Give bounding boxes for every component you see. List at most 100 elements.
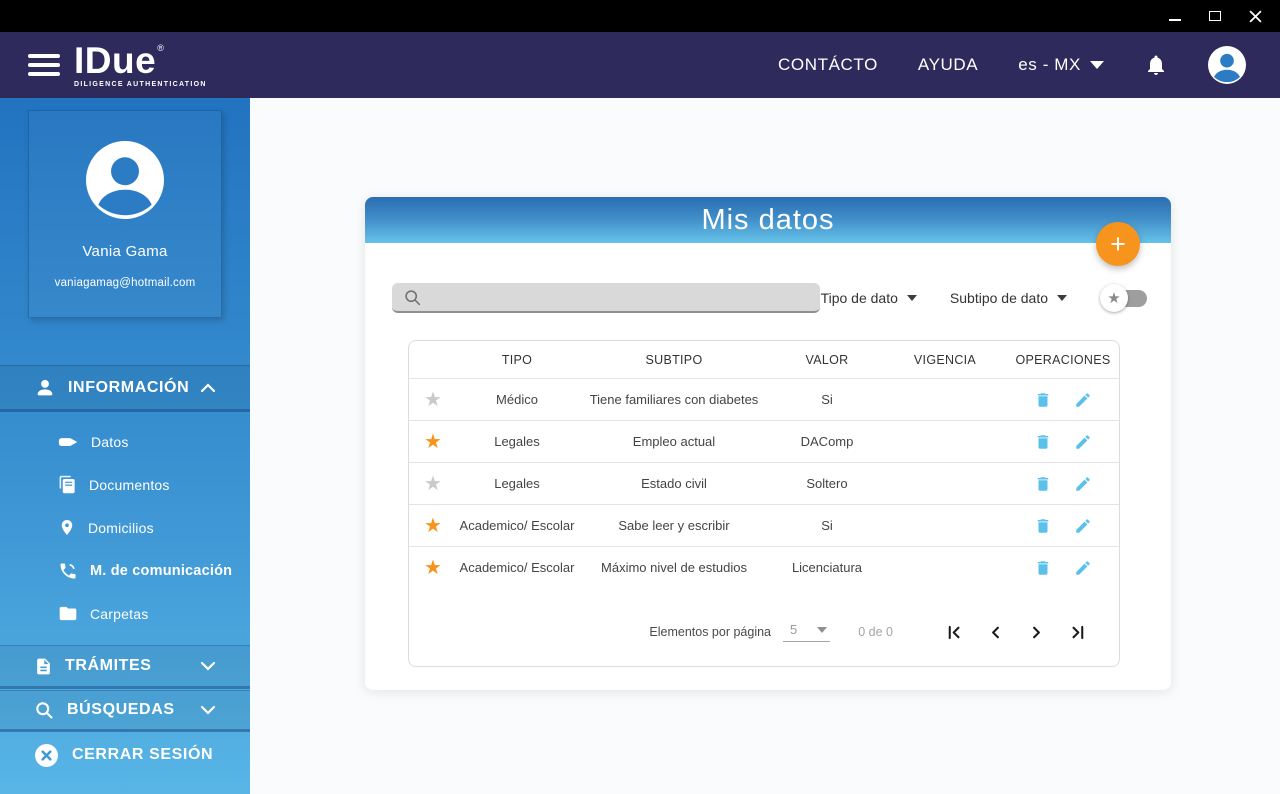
sidebar-item-datos[interactable]: Datos — [0, 420, 250, 463]
delete-button[interactable] — [1034, 433, 1052, 451]
sidebar-informacion-items: Datos Documentos Domicilios M. de comuni… — [0, 420, 250, 635]
app-header: IDue ® DILIGENCE AUTHENTICATION CONTÁCTO… — [0, 32, 1280, 98]
documents-icon — [59, 475, 75, 494]
trash-icon — [1037, 518, 1049, 533]
cell-tipo: Legales — [494, 476, 540, 491]
page-title: Mis datos — [701, 203, 835, 236]
chevron-up-icon — [200, 382, 216, 392]
delete-button[interactable] — [1034, 475, 1052, 493]
chevron-down-icon — [200, 705, 216, 715]
favorite-star-icon[interactable]: ★ — [409, 390, 457, 410]
table-row: ★ Academico/ Escolar Sabe leer y escribi… — [409, 504, 1119, 546]
chevron-down-icon — [1057, 295, 1067, 301]
favorite-star-icon[interactable]: ★ — [409, 474, 457, 494]
subtipo-de-dato-dropdown[interactable]: Subtipo de dato — [950, 290, 1067, 306]
next-page-button[interactable] — [1027, 623, 1046, 642]
cell-subtipo: Tiene familiares con diabetes — [589, 392, 759, 407]
logout-label: CERRAR SESIÓN — [72, 746, 214, 763]
locale-value: es - MX — [1018, 55, 1081, 74]
sidebar-item-label: Carpetas — [90, 605, 149, 622]
chevron-left-icon — [992, 626, 999, 638]
cell-subtipo: Máximo nivel de estudios — [601, 560, 747, 575]
cell-valor: DAComp — [800, 434, 854, 449]
star-icon: ★ — [1100, 284, 1128, 312]
app-logo: IDue ® DILIGENCE AUTHENTICATION — [74, 42, 207, 88]
cell-valor: Si — [821, 392, 833, 407]
cell-tipo: Médico — [496, 392, 538, 407]
table-header-row: TIPO SUBTIPO VALOR VIGENCIA OPERACIONES — [409, 341, 1119, 378]
brand-name: IDue — [74, 40, 157, 81]
trash-icon — [1037, 434, 1049, 449]
cell-subtipo: Sabe leer y escribir — [618, 518, 730, 533]
notifications-bell-icon[interactable] — [1144, 52, 1168, 78]
trash-icon — [1037, 560, 1049, 575]
cell-valor: Licenciatura — [791, 560, 863, 575]
sidebar-item-carpetas[interactable]: Carpetas — [0, 592, 250, 635]
table-row: ★ Academico/ Escolar Máximo nivel de est… — [409, 546, 1119, 588]
edit-button[interactable] — [1074, 433, 1092, 451]
first-page-button[interactable] — [945, 623, 964, 642]
chevron-down-icon — [906, 295, 917, 301]
edit-button[interactable] — [1074, 559, 1092, 577]
nav-contacto[interactable]: CONTÁCTO — [778, 55, 878, 75]
pencil-icon — [1076, 560, 1090, 575]
page-range: 0 de 0 — [858, 625, 893, 639]
first-page-icon — [948, 625, 960, 639]
last-page-button[interactable] — [1068, 623, 1087, 642]
menu-button[interactable] — [28, 54, 62, 76]
sidebar-section-busquedas[interactable]: BÚSQUEDAS — [0, 690, 250, 732]
favorites-filter-toggle[interactable]: ★ — [1100, 284, 1147, 312]
favorite-star-icon[interactable]: ★ — [409, 432, 457, 452]
card-header: Mis datos — [365, 197, 1171, 243]
data-table: TIPO SUBTIPO VALOR VIGENCIA OPERACIONES … — [408, 340, 1120, 667]
items-per-page-label: Elementos por página — [649, 625, 771, 639]
sidebar-item-m-de-comunicacion[interactable]: M. de comunicación — [0, 549, 250, 592]
sidebar: Vania Gama vaniagamag@hotmail.com INFORM… — [0, 98, 250, 794]
filter-label: Subtipo de dato — [949, 290, 1048, 306]
column-operaciones: OPERACIONES — [1015, 352, 1111, 367]
pencil-icon — [1076, 476, 1090, 491]
close-button[interactable] — [1248, 9, 1262, 23]
sidebar-item-documentos[interactable]: Documentos — [0, 463, 250, 506]
cell-tipo: Legales — [494, 434, 540, 449]
cell-subtipo: Estado civil — [641, 476, 707, 491]
delete-button[interactable] — [1034, 391, 1052, 409]
column-subtipo: SUBTIPO — [645, 352, 703, 367]
maximize-button[interactable] — [1208, 9, 1222, 23]
logout-button[interactable]: CERRAR SESIÓN — [0, 734, 250, 776]
delete-button[interactable] — [1034, 559, 1052, 577]
delete-button[interactable] — [1034, 517, 1052, 535]
edit-button[interactable] — [1074, 475, 1092, 493]
column-vigencia: VIGENCIA — [913, 352, 977, 367]
last-page-icon — [1072, 625, 1084, 639]
minimize-button[interactable] — [1168, 9, 1182, 23]
profile-email: vaniagamag@hotmail.com — [54, 277, 196, 289]
favorite-star-icon[interactable]: ★ — [409, 558, 457, 578]
document-icon — [37, 658, 50, 674]
column-tipo: TIPO — [501, 352, 533, 367]
sidebar-item-domicilios[interactable]: Domicilios — [0, 506, 250, 549]
search-icon — [405, 290, 421, 306]
page-size-select[interactable]: 5 — [783, 622, 831, 642]
add-data-button[interactable]: + — [1096, 222, 1140, 266]
favorite-star-icon[interactable]: ★ — [409, 516, 457, 536]
close-circle-icon — [35, 743, 58, 767]
search-input[interactable] — [392, 283, 820, 313]
tipo-de-dato-dropdown[interactable]: Tipo de dato — [821, 290, 917, 306]
filters-toolbar: Tipo de dato Subtipo de dato ★ — [392, 283, 1147, 313]
edit-button[interactable] — [1074, 517, 1092, 535]
sidebar-section-informacion[interactable]: INFORMACIÓN — [0, 365, 250, 412]
edit-button[interactable] — [1074, 391, 1092, 409]
chevron-down-icon — [1090, 61, 1104, 69]
cell-subtipo: Empleo actual — [632, 434, 716, 449]
sidebar-item-label: Datos — [91, 433, 129, 450]
person-icon — [37, 379, 53, 395]
sidebar-section-tramites[interactable]: TRÁMITES — [0, 645, 250, 689]
cell-tipo: Academico/ Escolar — [459, 518, 575, 533]
folder-icon — [59, 606, 77, 621]
locale-selector[interactable]: es - MX — [1018, 55, 1104, 75]
user-avatar[interactable] — [1208, 46, 1246, 84]
pencil-icon — [1076, 392, 1090, 407]
nav-ayuda[interactable]: AYUDA — [918, 55, 978, 75]
previous-page-button[interactable] — [986, 623, 1005, 642]
